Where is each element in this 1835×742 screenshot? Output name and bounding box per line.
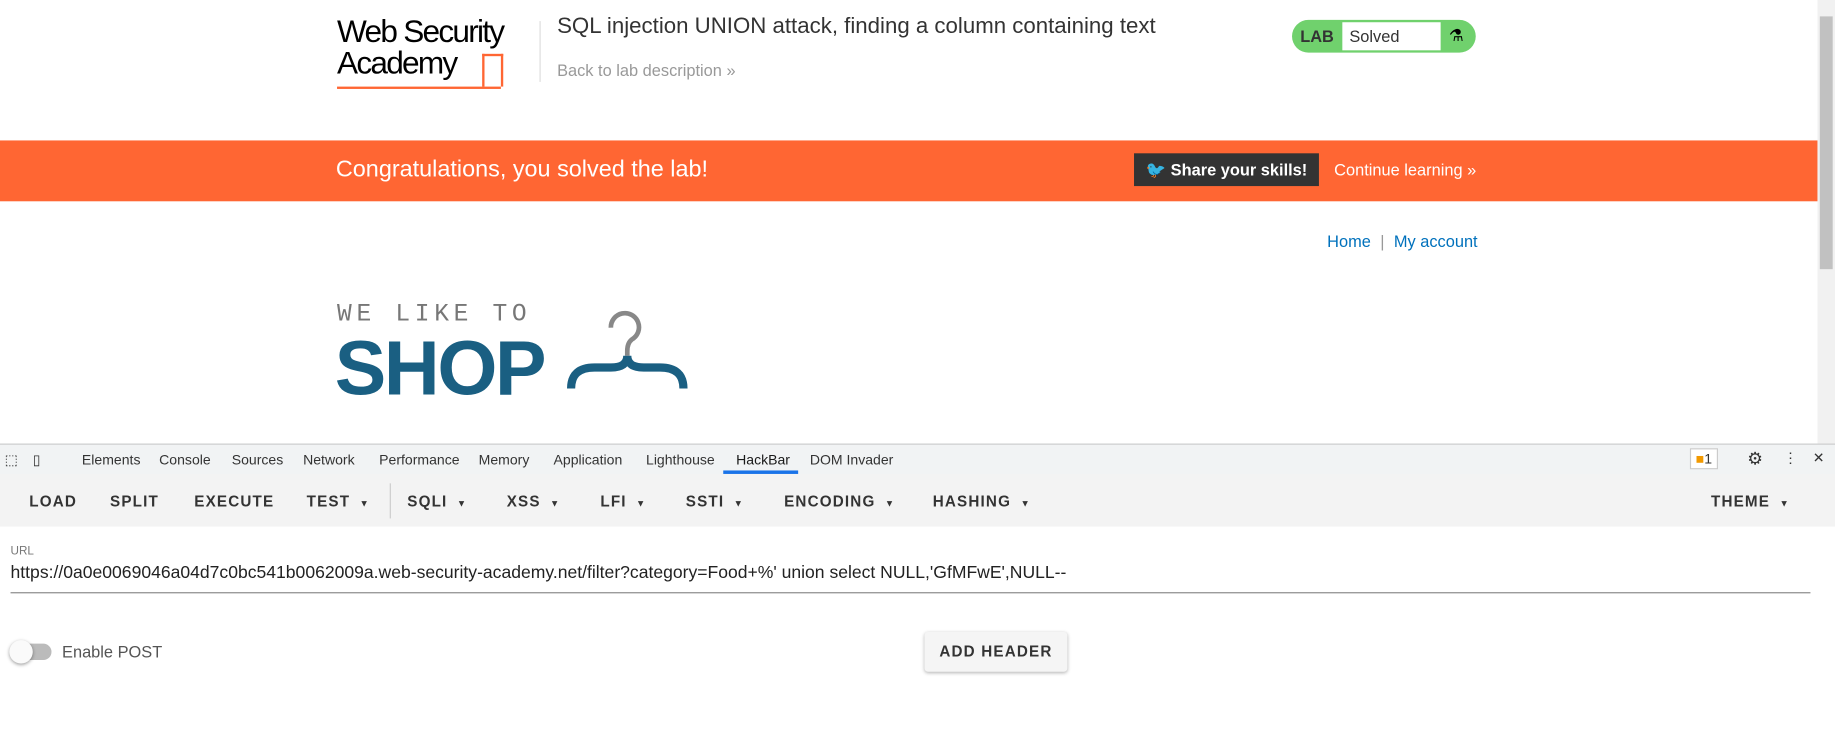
caret-down-icon: ▼ bbox=[359, 498, 370, 510]
settings-gear-icon[interactable]: ⚙ bbox=[1747, 448, 1763, 469]
lab-title: SQL injection UNION attack, finding a co… bbox=[557, 14, 1156, 39]
lfi-menu[interactable]: LFI ▼ bbox=[600, 493, 646, 511]
tab-elements[interactable]: Elements bbox=[82, 452, 141, 468]
inspect-icon[interactable]: ⬚ bbox=[5, 452, 18, 468]
encoding-menu[interactable]: ENCODING ▼ bbox=[784, 493, 895, 511]
caret-down-icon: ▼ bbox=[550, 498, 561, 510]
home-link[interactable]: Home bbox=[1327, 232, 1371, 251]
theme-menu[interactable]: THEME ▼ bbox=[1711, 493, 1790, 511]
sqli-menu[interactable]: SQLI ▼ bbox=[407, 493, 467, 511]
my-account-link[interactable]: My account bbox=[1394, 232, 1478, 251]
caret-down-icon: ▼ bbox=[456, 498, 468, 510]
caret-down-icon: ▼ bbox=[884, 498, 896, 510]
top-nav: Home | My account bbox=[1327, 231, 1478, 251]
tab-memory[interactable]: Memory bbox=[479, 452, 530, 468]
tab-network[interactable]: Network bbox=[303, 452, 355, 468]
hashing-menu[interactable]: HASHING ▼ bbox=[933, 493, 1031, 511]
load-button[interactable]: LOAD bbox=[29, 493, 77, 511]
execute-button[interactable]: EXECUTE bbox=[194, 493, 274, 511]
tab-lighthouse[interactable]: Lighthouse bbox=[646, 452, 715, 468]
divider bbox=[539, 21, 541, 82]
logo-underline bbox=[337, 86, 501, 89]
add-header-button[interactable]: ADD HEADER bbox=[924, 631, 1068, 672]
url-label: URL bbox=[10, 545, 34, 559]
back-to-lab-link[interactable]: Back to lab description » bbox=[557, 61, 736, 80]
lab-status: Solved bbox=[1342, 22, 1441, 51]
hackbar-toolbar: LOAD SPLIT EXECUTE TEST ▼ SQLI ▼ XSS ▼ LFI ▼… bbox=[0, 473, 1835, 527]
more-options-icon[interactable]: ⋮ bbox=[1784, 449, 1798, 465]
enable-post-label: Enable POST bbox=[62, 642, 163, 662]
page-scrollbar[interactable] bbox=[1817, 0, 1835, 444]
issues-badge[interactable]: ■1 bbox=[1689, 448, 1718, 470]
flask-icon: ⚗ bbox=[1448, 25, 1464, 45]
tab-hackbar[interactable]: HackBar bbox=[736, 452, 790, 468]
bolt-icon bbox=[482, 53, 504, 87]
test-menu[interactable]: TEST ▼ bbox=[307, 493, 370, 511]
divider bbox=[389, 483, 391, 519]
solved-banner: Congratulations, you solved the lab! 🐦 S… bbox=[0, 140, 1818, 202]
tab-application[interactable]: Application bbox=[554, 452, 623, 468]
tab-sources[interactable]: Sources bbox=[232, 452, 284, 468]
url-input[interactable]: https://0a0e0069046a04d7c0bc541b0062009a… bbox=[11, 563, 1067, 583]
web-security-academy-logo[interactable]: Web Security Academy bbox=[337, 16, 538, 91]
caret-down-icon: ▼ bbox=[1779, 498, 1790, 510]
continue-learning-link[interactable]: Continue learning » bbox=[1334, 160, 1476, 179]
url-input-underline bbox=[10, 592, 1811, 594]
close-devtools-icon[interactable]: ✕ bbox=[1813, 449, 1825, 465]
tab-dom-invader[interactable]: DOM Invader bbox=[810, 452, 894, 468]
xss-menu[interactable]: XSS ▼ bbox=[507, 493, 561, 511]
twitter-icon: 🐦 bbox=[1145, 160, 1171, 180]
tab-performance[interactable]: Performance bbox=[379, 452, 459, 468]
split-button[interactable]: SPLIT bbox=[110, 493, 159, 511]
tab-console[interactable]: Console bbox=[159, 452, 211, 468]
lab-status-badge: LAB Solved ⚗ bbox=[1292, 19, 1476, 53]
device-toolbar-icon[interactable]: ▯ bbox=[33, 452, 41, 468]
devtools-tabbar: ⬚ ▯ Elements Console Sources Network Per… bbox=[0, 443, 1835, 477]
caret-down-icon: ▼ bbox=[1020, 498, 1031, 510]
share-skills-button[interactable]: 🐦 Share your skills! bbox=[1134, 153, 1319, 187]
scrollbar-thumb[interactable] bbox=[1819, 16, 1833, 270]
hanger-icon bbox=[567, 310, 688, 389]
toggle-knob[interactable] bbox=[9, 640, 33, 664]
caret-down-icon: ▼ bbox=[636, 498, 647, 510]
caret-down-icon: ▼ bbox=[733, 498, 745, 510]
ssti-menu[interactable]: SSTI ▼ bbox=[686, 493, 744, 511]
shop-logo: SHOP bbox=[334, 324, 547, 411]
